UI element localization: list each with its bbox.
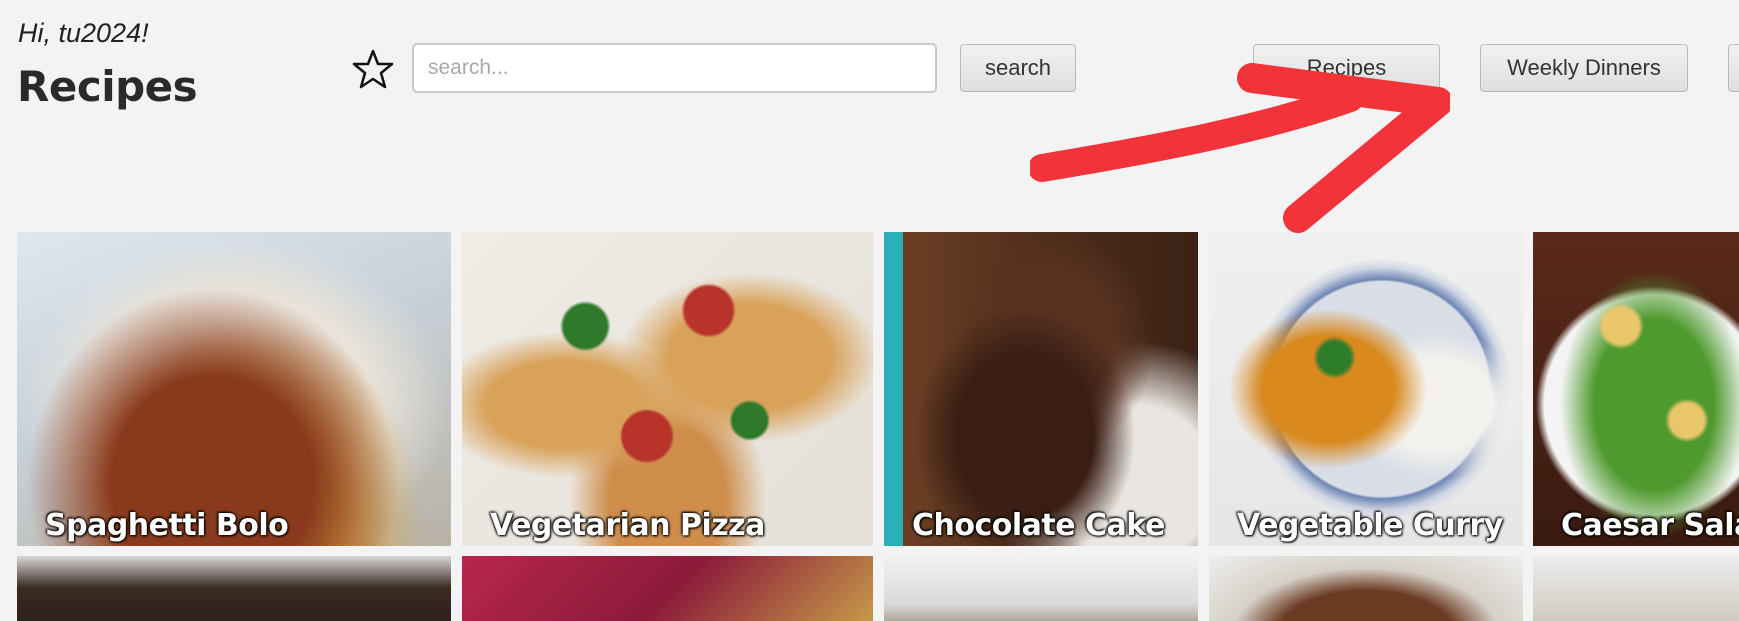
recipe-card[interactable]	[462, 556, 873, 621]
recipe-title: Spaghetti Bolo	[45, 508, 289, 543]
recipe-title: Vegetable Curry	[1237, 508, 1503, 543]
recipe-title: Caesar Salad	[1561, 508, 1739, 543]
recipe-card[interactable]	[1209, 556, 1523, 621]
search-input[interactable]	[412, 43, 937, 93]
recipes-nav-button[interactable]: Recipes	[1253, 44, 1440, 92]
recipe-image	[17, 232, 451, 546]
recipe-image	[1533, 232, 1739, 546]
recipe-card[interactable]	[884, 556, 1198, 621]
search-button[interactable]: search	[960, 44, 1076, 92]
recipe-card[interactable]	[1533, 556, 1739, 621]
more-nav-button[interactable]	[1728, 44, 1739, 92]
recipe-image	[884, 232, 1198, 546]
recipes-page: Hi, tu2024! Recipes search Recipes Weekl…	[0, 0, 1739, 621]
recipe-image	[462, 232, 873, 546]
recipe-card[interactable]: Vegetable Curry	[1209, 232, 1523, 546]
weekly-dinners-button[interactable]: Weekly Dinners	[1480, 44, 1688, 92]
recipe-image	[1209, 232, 1523, 546]
recipe-card[interactable]: Caesar Salad	[1533, 232, 1739, 546]
star-icon[interactable]	[352, 48, 394, 90]
greeting-text: Hi, tu2024!	[18, 18, 149, 48]
page-title: Recipes	[17, 62, 198, 111]
recipe-title: Vegetarian Pizza	[490, 508, 765, 543]
recipe-card[interactable]	[17, 556, 451, 621]
recipe-card[interactable]: Vegetarian Pizza	[462, 232, 873, 546]
recipe-card[interactable]: Spaghetti Bolo	[17, 232, 451, 546]
recipe-card[interactable]: Chocolate Cake	[884, 232, 1198, 546]
recipe-title: Chocolate Cake	[912, 508, 1165, 543]
